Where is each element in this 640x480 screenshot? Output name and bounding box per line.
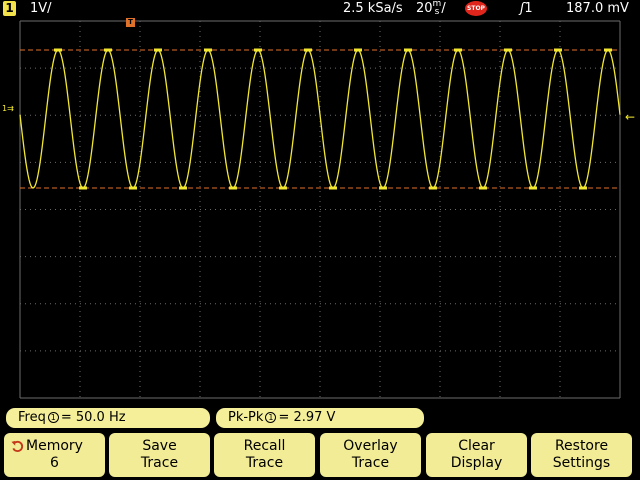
memory-button[interactable]: Memory 6 [4,433,105,477]
peak-sample [429,186,437,190]
measurement-freq: Freq 1 = 50.0 Hz [6,408,210,428]
channel-1-trace [19,49,621,189]
stop-icon[interactable]: STOP [465,1,487,16]
peak-sample [529,186,537,190]
peak-sample [379,186,387,190]
volts-per-div[interactable]: 1V/ [30,0,52,17]
overlay-trace-button[interactable]: Overlay Trace [320,433,421,477]
peak-sample [479,186,487,190]
peak-sample [404,48,412,52]
peak-sample [129,186,137,190]
peak-sample [254,48,262,52]
timebase-value: 20 [416,1,433,16]
peak-sample [329,186,337,190]
channel-badge[interactable]: 1 [3,1,16,16]
peak-sample [154,48,162,52]
peak-sample [104,48,112,52]
peak-sample [504,48,512,52]
timebase-slash: / [441,1,446,16]
recall-trace-button[interactable]: Recall Trace [214,433,315,477]
peak-sample [79,186,87,190]
sample-rate: 2.5 kSa/s [343,1,403,16]
peak-sample [204,48,212,52]
peak-sample [279,186,287,190]
softkey-bar: Memory 6 Save Trace Recall Trace Overlay Tra… [0,430,640,480]
peak-sample [604,48,612,52]
peak-sample [354,48,362,52]
trigger-position-marker: T [126,18,135,27]
timebase-unit: ms [432,0,442,17]
measurement-pkpk: Pk-Pk 1 = 2.97 V [216,408,424,428]
peak-sample [229,186,237,190]
status-bar: 1 1V/ 2.5 kSa/s 20 m s / STOP ʃ1 187.0 mV [0,0,640,17]
trigger-level-arrow-icon: ← [625,110,636,124]
timebase[interactable]: 20 m s / [416,0,446,17]
rotate-icon [11,440,24,452]
restore-settings-button[interactable]: Restore Settings [531,433,632,477]
save-trace-button[interactable]: Save Trace [109,433,210,477]
peak-sample [554,48,562,52]
trigger-info[interactable]: ʃ1 [520,0,533,17]
peak-sample [579,186,587,190]
peak-sample [179,186,187,190]
ground-reference-marker: 1⇉ [2,104,14,113]
peak-sample [454,48,462,52]
graticule [19,20,621,399]
trigger-source: 1 [524,1,533,16]
peak-sample [304,48,312,52]
trigger-level: 187.0 mV [566,1,629,16]
waveform-display[interactable]: T 1⇉ ← [0,17,640,405]
clear-display-button[interactable]: Clear Display [426,433,527,477]
peak-sample [54,48,62,52]
